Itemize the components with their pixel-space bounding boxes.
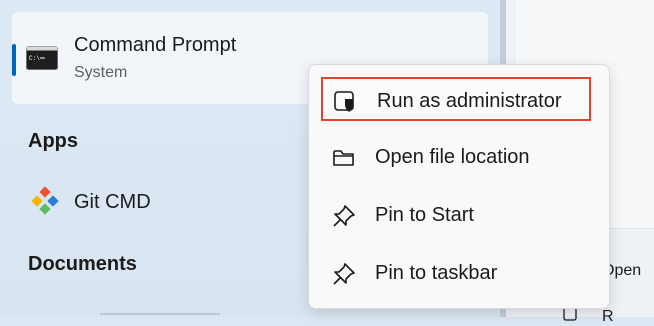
documents-section-heading: Documents — [28, 253, 137, 275]
next-result-edge — [100, 313, 220, 315]
best-match-title: Command Prompt — [74, 34, 237, 56]
best-match-subtitle: System — [74, 64, 128, 81]
menu-item-pin-to-start[interactable]: Pin to Start — [321, 193, 591, 237]
folder-icon — [333, 150, 354, 166]
menu-item-label: Pin to Start — [375, 204, 474, 226]
menu-item-label: Pin to taskbar — [375, 262, 498, 284]
shield-icon — [334, 91, 354, 112]
menu-item-run-as-administrator[interactable]: Run as administrator — [321, 77, 591, 121]
selection-accent-bar — [12, 44, 16, 76]
app-item-git-cmd[interactable]: Git CMD — [24, 182, 304, 222]
command-prompt-icon: C:\ — [26, 46, 58, 70]
menu-item-open-file-location[interactable]: Open file location — [321, 135, 591, 179]
menu-item-pin-to-taskbar[interactable]: Pin to taskbar — [321, 251, 591, 295]
menu-item-label: Run as administrator — [377, 90, 562, 112]
svg-text:C:\: C:\ — [29, 55, 40, 62]
git-icon — [31, 186, 59, 215]
details-partial-action[interactable]: R — [602, 308, 614, 326]
pin-icon — [333, 263, 355, 285]
apps-section-heading: Apps — [28, 130, 78, 152]
app-item-label: Git CMD — [74, 191, 151, 213]
context-menu: Run as administrator Open file location … — [308, 64, 610, 309]
pin-icon — [333, 205, 355, 227]
menu-item-label: Open file location — [375, 146, 530, 168]
